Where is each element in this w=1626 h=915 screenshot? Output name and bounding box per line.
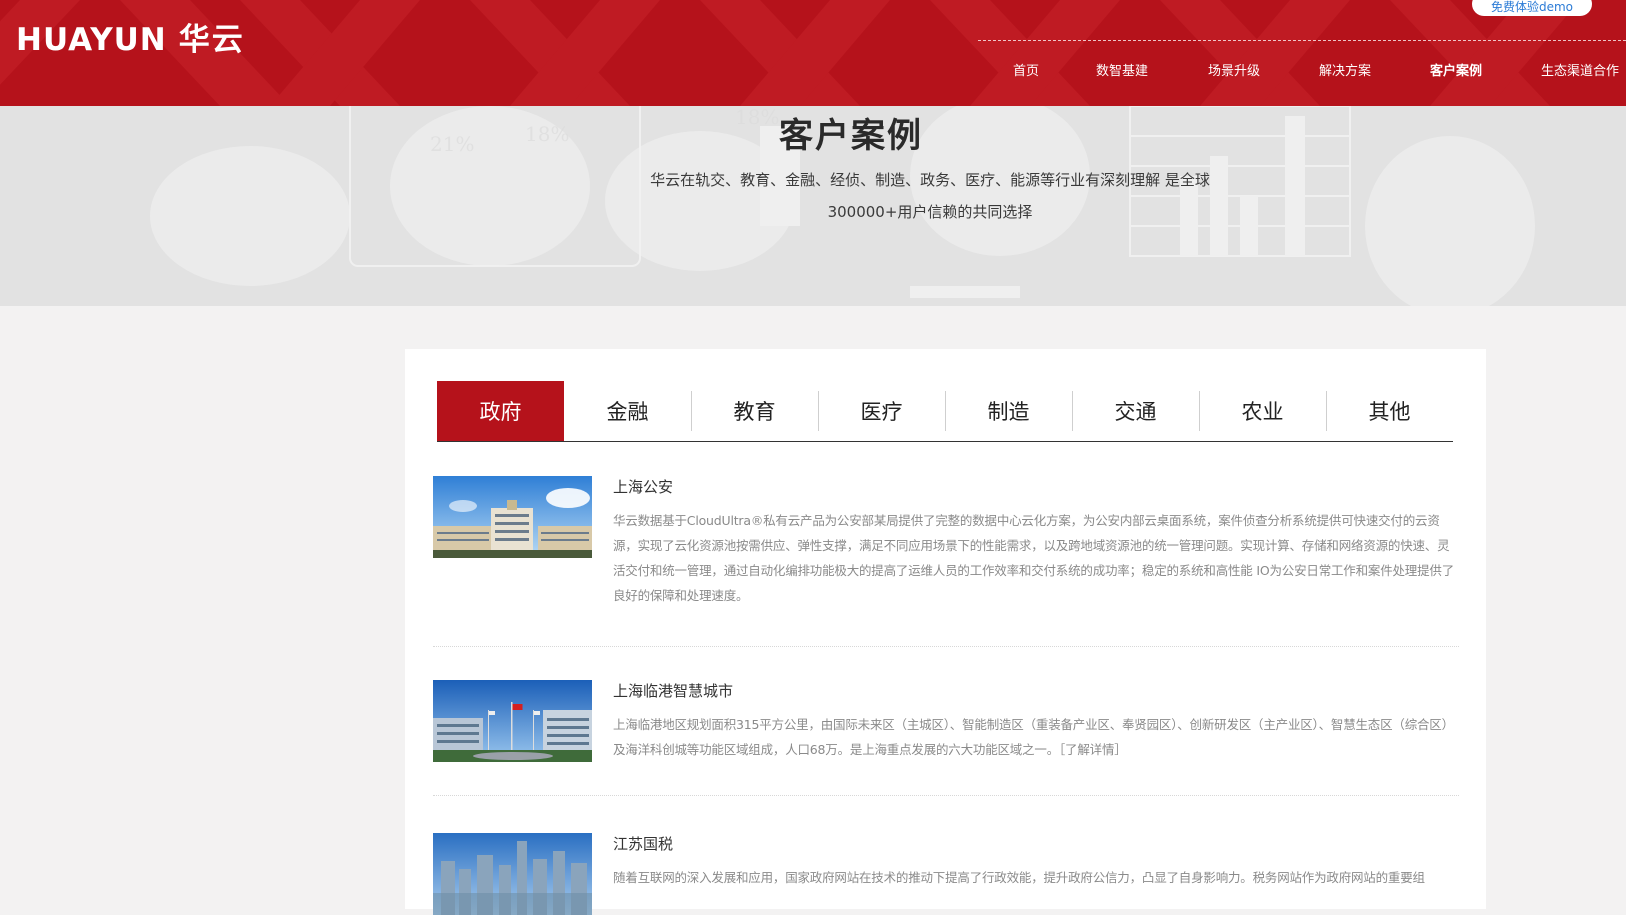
top-header: HUAYUN 华云 免费体验demo 首页 数智基建 场景升级 解决方案 客户案例…: [0, 0, 1626, 106]
tab-transportation[interactable]: 交通: [1072, 381, 1199, 441]
tab-government[interactable]: 政府: [437, 381, 564, 441]
free-demo-button[interactable]: 免费体验demo: [1472, 0, 1592, 16]
case-item: 江苏国税 随着互联网的深入发展和应用，国家政府网站在技术的推动下提高了行政效能，…: [433, 833, 1459, 915]
nav-divider: [978, 40, 1626, 41]
case-item: 上海公安 华云数据基于CloudUltra®私有云产品为公安部某局提供了完整的数…: [433, 476, 1459, 616]
nav-item-home[interactable]: 首页: [1013, 62, 1039, 82]
banner-description: 华云在轨交、教育、金融、经侦、制造、政务、医疗、能源等行业有深刻理解 是全球 3…: [610, 164, 1250, 228]
tab-other[interactable]: 其他: [1326, 381, 1453, 441]
case-separator: [433, 795, 1459, 796]
case-title[interactable]: 上海公安: [613, 476, 673, 497]
case-description: 华云数据基于CloudUltra®私有云产品为公安部某局提供了完整的数据中心云化…: [613, 513, 1455, 603]
tab-medical[interactable]: 医疗: [818, 381, 945, 441]
case-item: 上海临港智慧城市 上海临港地区规划面积315平方公里，由国际未来区（主城区）、智…: [433, 680, 1459, 800]
nav-item-ecosystem-partners[interactable]: 生态渠道合作: [1541, 62, 1619, 82]
case-description: 上海临港地区规划面积315平方公里，由国际未来区（主城区）、智能制造区（重装备产…: [613, 717, 1454, 757]
cases-panel: 政府 金融 教育 医疗 制造 交通 农业 其他 上海公安 华云数据基于Cloud…: [405, 349, 1486, 915]
tab-finance[interactable]: 金融: [564, 381, 691, 441]
logo-text-en: HUAYUN: [16, 22, 167, 58]
tab-agriculture[interactable]: 农业: [1199, 381, 1326, 441]
tab-manufacturing[interactable]: 制造: [945, 381, 1072, 441]
case-title[interactable]: 上海临港智慧城市: [613, 680, 733, 701]
nav-item-digital-infrastructure[interactable]: 数智基建: [1096, 62, 1148, 82]
huayun-logo[interactable]: HUAYUN 华云: [16, 22, 245, 58]
tab-education[interactable]: 教育: [691, 381, 818, 441]
nav-item-customer-cases[interactable]: 客户案例: [1430, 62, 1482, 82]
banner-description-line-2: 300000+用户信赖的共同选择: [827, 203, 1033, 221]
case-thumbnail-jiangsu-tax[interactable]: [433, 833, 592, 915]
nav-item-solutions[interactable]: 解决方案: [1319, 62, 1371, 82]
cases-banner: 21% 18% 18% 客户案例 华云在轨交、教育、金融、经侦、制造、政务、医疗…: [0, 106, 1626, 306]
industry-tabs: 政府 金融 教育 医疗 制造 交通 农业 其他: [437, 381, 1453, 442]
case-thumbnail-shanghai-police[interactable]: [433, 476, 592, 558]
case-separator: [433, 646, 1459, 647]
page-title: 客户案例: [779, 116, 923, 156]
case-thumbnail-lingang-smart-city[interactable]: [433, 680, 592, 762]
logo-text-cn: 华云: [178, 22, 245, 58]
banner-description-line-1: 华云在轨交、教育、金融、经侦、制造、政务、医疗、能源等行业有深刻理解 是全球: [650, 171, 1210, 189]
nav-item-scenario-upgrade[interactable]: 场景升级: [1208, 62, 1260, 82]
case-description: 随着互联网的深入发展和应用，国家政府网站在技术的推动下提高了行政效能，提升政府公…: [613, 870, 1425, 885]
case-title[interactable]: 江苏国税: [613, 833, 673, 854]
